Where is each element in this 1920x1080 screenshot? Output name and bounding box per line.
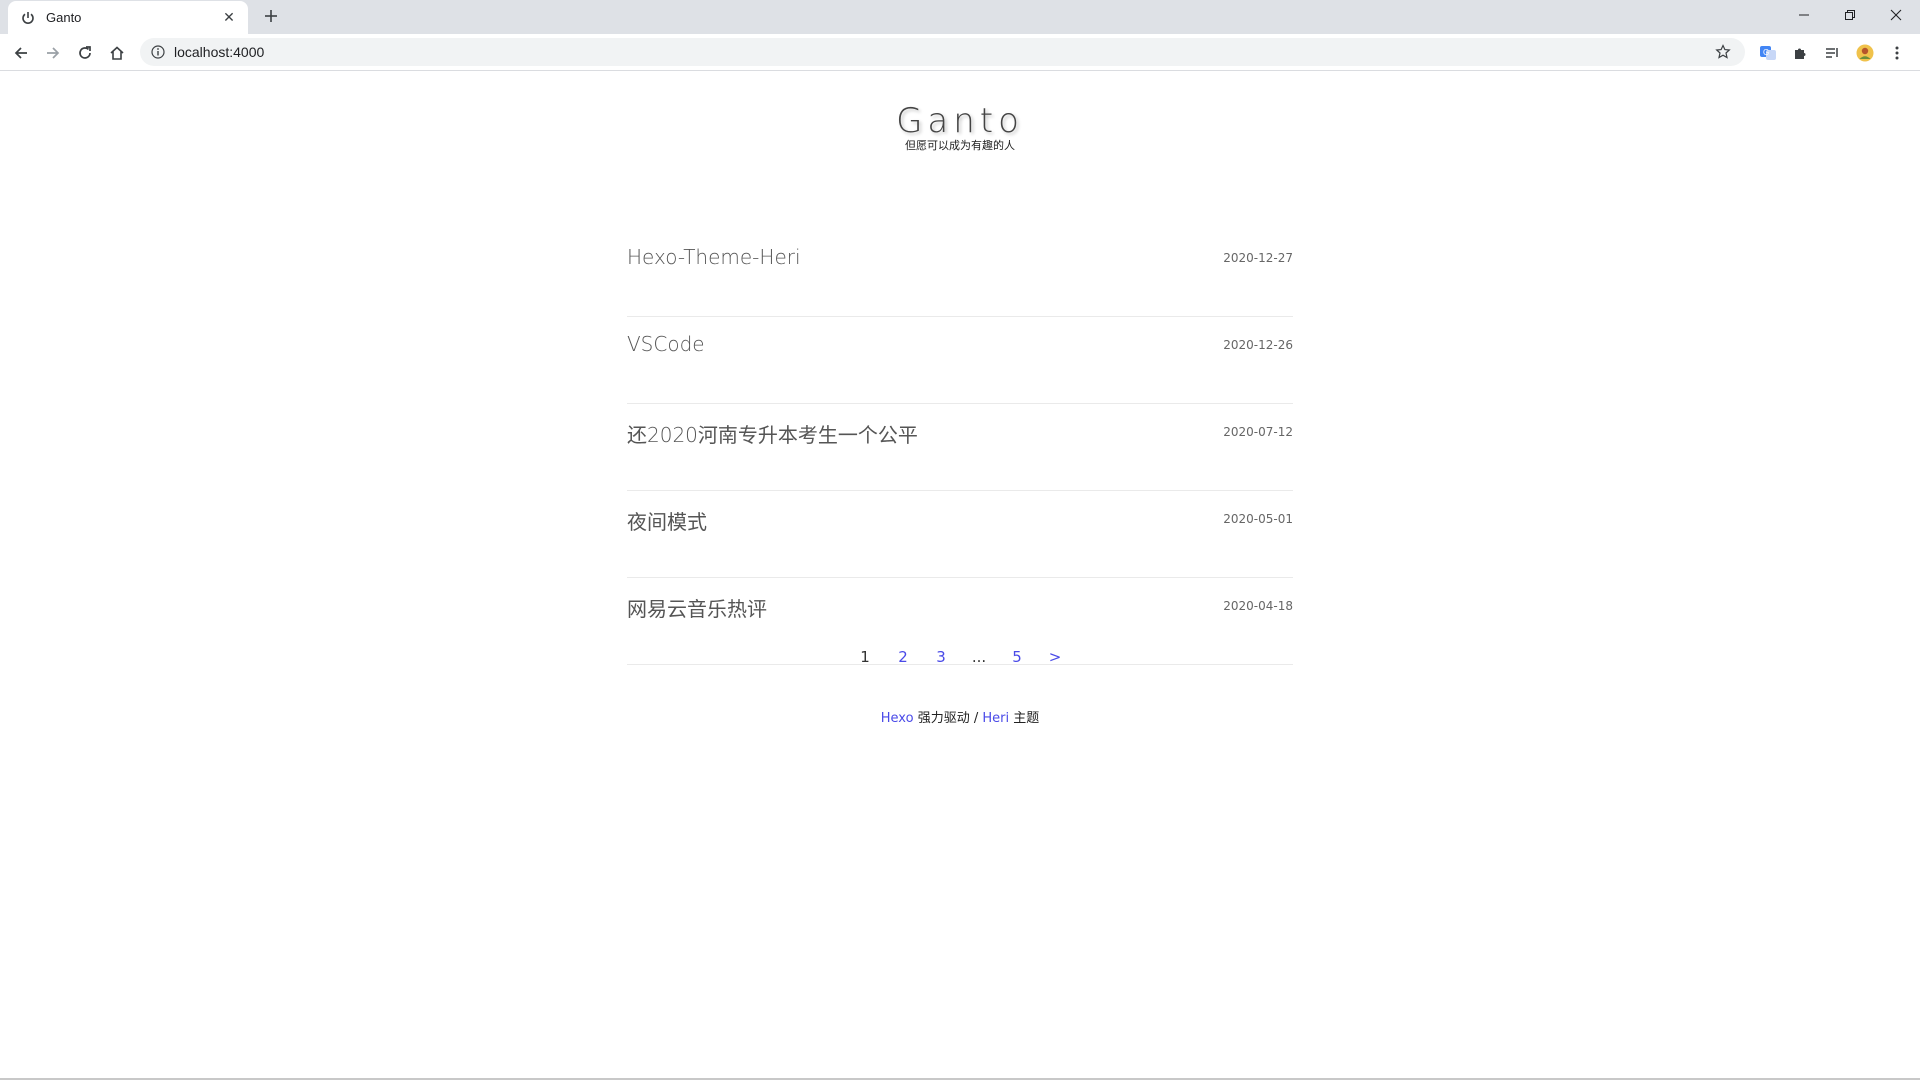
plus-icon <box>265 10 277 22</box>
reload-button[interactable] <box>72 40 98 66</box>
post-item: Hexo-Theme-Heri 2020-12-27 <box>627 230 1293 317</box>
new-tab-button[interactable] <box>260 5 282 27</box>
forward-button[interactable] <box>40 40 66 66</box>
arrow-right-icon <box>47 47 60 59</box>
close-icon <box>1890 9 1902 21</box>
reload-icon <box>79 46 91 59</box>
post-date: 2020-04-18 <box>1223 599 1293 613</box>
browser-toolbar: localhost:4000 G <box>0 34 1920 71</box>
page-ellipsis: ... <box>971 648 987 666</box>
bookmark-star-icon[interactable] <box>1715 44 1731 60</box>
page-current: 1 <box>860 648 870 666</box>
site-footer: Hexo 强力驱动 / Heri 主题 <box>0 707 1920 726</box>
arrow-left-icon <box>14 47 27 59</box>
page-link-2[interactable]: 2 <box>891 648 915 666</box>
address-bar[interactable]: localhost:4000 <box>140 38 1745 66</box>
post-title-link[interactable]: 还2020河南专升本考生一个公平 <box>627 419 918 448</box>
close-window-button[interactable] <box>1873 0 1919 30</box>
profile-avatar-icon[interactable] <box>1854 42 1876 64</box>
post-date: 2020-07-12 <box>1223 425 1293 439</box>
post-item: 夜间模式 2020-05-01 <box>627 491 1293 578</box>
reading-list-icon[interactable] <box>1821 42 1843 64</box>
pagination: 1 2 3... 5 > <box>0 647 1920 666</box>
post-date: 2020-05-01 <box>1223 512 1293 526</box>
close-tab-icon[interactable]: ✕ <box>220 9 238 27</box>
site-header: Ganto 但愿可以成为有趣的人 <box>0 101 1920 153</box>
page-content: Ganto 但愿可以成为有趣的人 Hexo-Theme-Heri 2020-12… <box>0 71 1920 1078</box>
powered-text: 强力驱动 / <box>913 711 983 726</box>
url-text: localhost:4000 <box>174 44 265 60</box>
heri-theme-link[interactable]: Heri <box>982 711 1009 726</box>
post-item: VSCode 2020-12-26 <box>627 317 1293 404</box>
tab-title: Ganto <box>46 10 82 25</box>
post-item: 还2020河南专升本考生一个公平 2020-07-12 <box>627 404 1293 491</box>
home-icon <box>110 46 124 60</box>
post-date: 2020-12-27 <box>1223 251 1293 265</box>
browser-tab[interactable]: Ganto ✕ <box>8 1 248 34</box>
svg-text:G: G <box>1763 48 1769 57</box>
restore-icon <box>1845 10 1855 20</box>
page-link-last[interactable]: 5 <box>1005 648 1029 666</box>
translate-extension-icon[interactable]: G <box>1757 42 1779 64</box>
post-title-link[interactable]: 网易云音乐热评 <box>627 593 767 622</box>
puzzle-icon[interactable] <box>1789 42 1811 64</box>
post-title-link[interactable]: Hexo-Theme-Heri <box>627 245 801 269</box>
minimize-button[interactable] <box>1781 0 1827 30</box>
restore-button[interactable] <box>1827 0 1873 30</box>
theme-text: 主题 <box>1009 711 1040 726</box>
menu-kebab-icon[interactable] <box>1886 42 1908 64</box>
tab-strip: Ganto ✕ <box>0 0 1920 34</box>
minimize-icon <box>1799 14 1809 16</box>
post-title-link[interactable]: 夜间模式 <box>627 506 707 535</box>
power-icon <box>20 10 36 26</box>
page-link-3[interactable]: 3 <box>929 648 953 666</box>
site-subtitle: 但愿可以成为有趣的人 <box>905 139 1015 152</box>
post-date: 2020-12-26 <box>1223 338 1293 352</box>
home-button[interactable] <box>104 40 130 66</box>
info-icon[interactable] <box>150 44 166 60</box>
page-next-button[interactable]: > <box>1043 648 1067 666</box>
back-button[interactable] <box>8 40 34 66</box>
site-title[interactable]: Ganto <box>0 101 1920 141</box>
hexo-link[interactable]: Hexo <box>881 711 914 726</box>
post-list: Hexo-Theme-Heri 2020-12-27 VSCode 2020-1… <box>627 230 1293 665</box>
post-title-link[interactable]: VSCode <box>627 332 705 356</box>
